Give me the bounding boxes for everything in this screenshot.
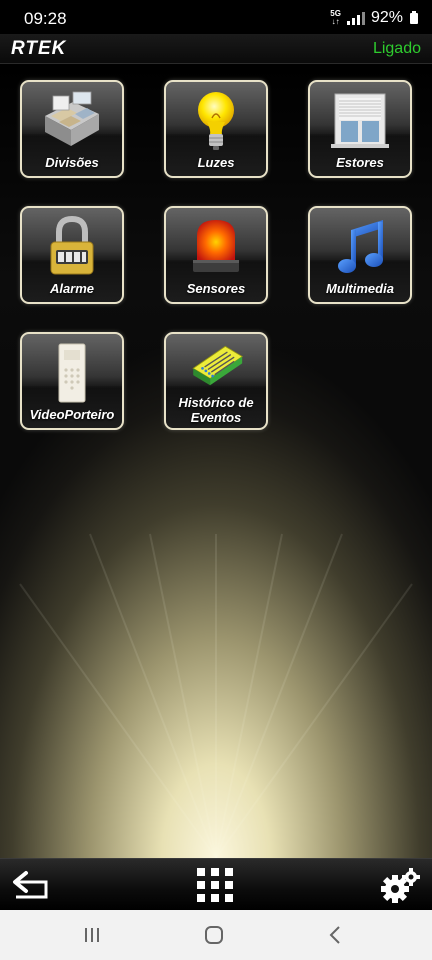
rtek-logo: RTEK <box>11 38 67 59</box>
back-arrow-icon[interactable] <box>8 865 52 905</box>
network-5g-icon: 5G ↓↑ <box>330 9 341 26</box>
tile-historico-eventos[interactable]: Histórico de Eventos <box>164 332 268 430</box>
event-log-book-icon <box>192 345 243 386</box>
tile-divisoes[interactable]: Divisões <box>20 80 124 178</box>
tile-videoporteiro[interactable]: VideoPorteiro <box>20 332 124 430</box>
home-icon[interactable] <box>194 922 234 948</box>
window-shutter-icon <box>331 93 389 148</box>
music-note-icon <box>338 220 383 273</box>
tile-luzes[interactable]: Luzes <box>164 80 268 178</box>
tile-label: Sensores <box>186 281 246 296</box>
tile-label: Histórico de Eventos <box>178 395 254 425</box>
tile-label: VideoPorteiro <box>29 407 115 422</box>
battery-percent: 92% <box>370 9 403 26</box>
padlock-icon <box>50 215 94 275</box>
status-icons: 5G ↓↑ 92% <box>330 9 418 27</box>
tile-label: Alarme <box>49 281 95 296</box>
light-rays-background <box>19 533 413 858</box>
grid-menu-icon[interactable] <box>194 865 238 905</box>
light-bulb-icon <box>198 92 234 150</box>
connection-status: Ligado <box>372 40 421 57</box>
tile-label: Divisões <box>45 155 99 170</box>
house-rooms-icon <box>45 91 99 146</box>
status-bar: 09:28 5G ↓↑ 92% <box>0 0 432 34</box>
tile-sensores[interactable]: Sensores <box>164 206 268 304</box>
recents-icon[interactable] <box>72 922 112 948</box>
battery-icon <box>410 10 418 24</box>
tile-label: Estores <box>336 155 384 170</box>
tile-label: Multimedia <box>326 281 394 296</box>
tile-multimedia[interactable]: Multimedia <box>308 206 412 304</box>
tile-estores[interactable]: Estores <box>308 80 412 178</box>
intercom-icon <box>58 343 86 403</box>
back-chevron-icon[interactable] <box>316 922 356 948</box>
android-nav-bar <box>0 910 432 960</box>
app-header: RTEK Ligado <box>0 34 432 64</box>
tile-label: Luzes <box>197 155 235 170</box>
signal-icon <box>346 11 365 25</box>
siren-icon <box>193 220 239 272</box>
main-area: Divisões Luzes Estores Alarme Sensores M… <box>0 64 432 858</box>
bottom-toolbar <box>0 858 432 910</box>
status-time: 09:28 <box>24 9 67 28</box>
gears-icon[interactable] <box>378 865 422 905</box>
tile-alarme[interactable]: Alarme <box>20 206 124 304</box>
